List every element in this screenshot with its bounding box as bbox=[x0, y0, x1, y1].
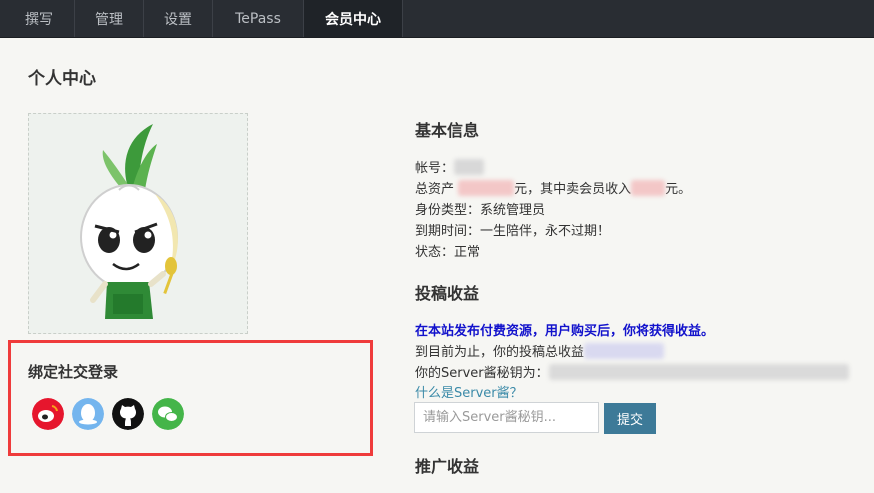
assets-line: 总资产 元，其中卖会员收入 元。 bbox=[415, 178, 691, 197]
weibo-icon[interactable] bbox=[32, 398, 64, 430]
identity-line: 身份类型：系统管理员 bbox=[415, 203, 546, 218]
server-key-label: 你的Server酱秘钥为： bbox=[415, 366, 549, 381]
github-icon[interactable] bbox=[112, 398, 144, 430]
page-title: 个人中心 bbox=[28, 69, 96, 89]
expire-line: 到期时间：一生陪伴，永不过期！ bbox=[415, 224, 611, 239]
server-key-redacted bbox=[548, 364, 849, 380]
server-key-input[interactable] bbox=[414, 402, 599, 433]
contrib-title: 投稿收益 bbox=[415, 284, 480, 303]
contrib-notice: 在本站发布付费资源，用户购买后，你将获得收益。 bbox=[415, 324, 715, 339]
top-nav: 撰写 管理 设置 TePass 会员中心 bbox=[0, 0, 874, 38]
assets-label: 总资产 bbox=[415, 182, 455, 197]
social-login-box: 绑定社交登录 bbox=[8, 340, 373, 456]
tab-settings[interactable]: 设置 bbox=[144, 0, 213, 37]
qq-icon[interactable] bbox=[72, 398, 104, 430]
onion-mascot-avatar bbox=[80, 124, 178, 319]
assets-end: 元。 bbox=[665, 182, 692, 197]
server-key-line: 你的Server酱秘钥为： bbox=[415, 362, 849, 381]
basic-info-title: 基本信息 bbox=[415, 121, 480, 140]
contrib-total-redacted bbox=[584, 343, 665, 359]
contrib-total-label: 到目前为止，你的投稿总收益 bbox=[415, 345, 585, 360]
contrib-total-line: 到目前为止，你的投稿总收益 bbox=[415, 341, 665, 360]
avatar bbox=[28, 113, 248, 334]
tab-tepass[interactable]: TePass bbox=[213, 0, 304, 37]
assets-mid: 元，其中卖会员收入 bbox=[514, 182, 632, 197]
tab-member-center[interactable]: 会员中心 bbox=[304, 0, 403, 37]
social-login-title: 绑定社交登录 bbox=[28, 363, 119, 381]
account-redacted bbox=[454, 159, 485, 175]
promo-title: 推广收益 bbox=[415, 457, 480, 476]
account-label: 帐号： bbox=[415, 161, 455, 176]
tab-manage[interactable]: 管理 bbox=[75, 0, 144, 37]
assets-redacted bbox=[458, 180, 515, 196]
member-income-redacted bbox=[631, 180, 666, 196]
what-is-server-link[interactable]: 什么是Server酱？ bbox=[415, 382, 523, 401]
tab-write[interactable]: 撰写 bbox=[0, 0, 75, 37]
submit-button[interactable]: 提交 bbox=[604, 403, 656, 434]
social-icons bbox=[32, 398, 184, 430]
wechat-icon[interactable] bbox=[152, 398, 184, 430]
status-line: 状态：正常 bbox=[415, 245, 481, 260]
account-line: 帐号： bbox=[415, 157, 485, 176]
